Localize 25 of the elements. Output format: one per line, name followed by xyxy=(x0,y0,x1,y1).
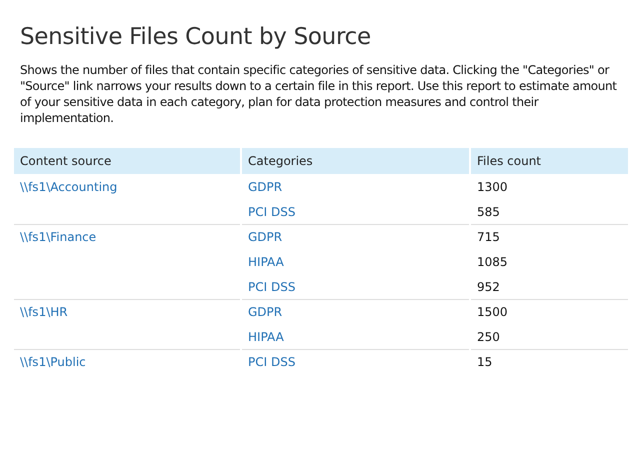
count-cell-text: 1085 xyxy=(476,254,509,271)
source-link[interactable]: \\fs1\Finance xyxy=(20,230,96,244)
category-link[interactable]: PCI DSS xyxy=(248,205,296,219)
count-cell-text: 952 xyxy=(476,279,501,296)
category-link[interactable]: PCI DSS xyxy=(248,280,296,294)
category-link[interactable]: GDPR xyxy=(248,180,282,194)
column-header: Content source xyxy=(14,148,240,174)
category-link[interactable]: GDPR xyxy=(248,305,282,319)
source-link[interactable]: \\fs1\Public xyxy=(20,355,86,369)
category-link[interactable]: GDPR xyxy=(248,230,282,244)
source-link[interactable]: \\fs1\HR xyxy=(20,305,68,319)
count-cell-text: 585 xyxy=(476,204,501,221)
count-cell: 1500 xyxy=(471,299,628,324)
report-description: Shows the number of files that contain specific categories of sensitive data. Clicking the "Categories" or "Source" link narrows your results down to a certain file in this report. Use this report to estimate amount of your sensitive data in each category, plan for data protection measures and control their implementation. xyxy=(20,62,618,126)
category-link[interactable]: HIPAA xyxy=(248,255,284,269)
source-link[interactable]: \\fs1\Accounting xyxy=(20,180,118,194)
column-header: Categories xyxy=(242,148,469,174)
count-cell: 15 xyxy=(471,349,628,374)
count-cell-text: 250 xyxy=(476,329,501,346)
count-cell-text: 1300 xyxy=(476,179,509,196)
report-title: Sensitive Files Count by Source xyxy=(20,24,372,50)
count-cell: 715 xyxy=(471,224,628,249)
category-link[interactable]: PCI DSS xyxy=(248,355,296,369)
column-header: Files count xyxy=(471,148,628,174)
category-link[interactable]: HIPAA xyxy=(248,330,284,344)
